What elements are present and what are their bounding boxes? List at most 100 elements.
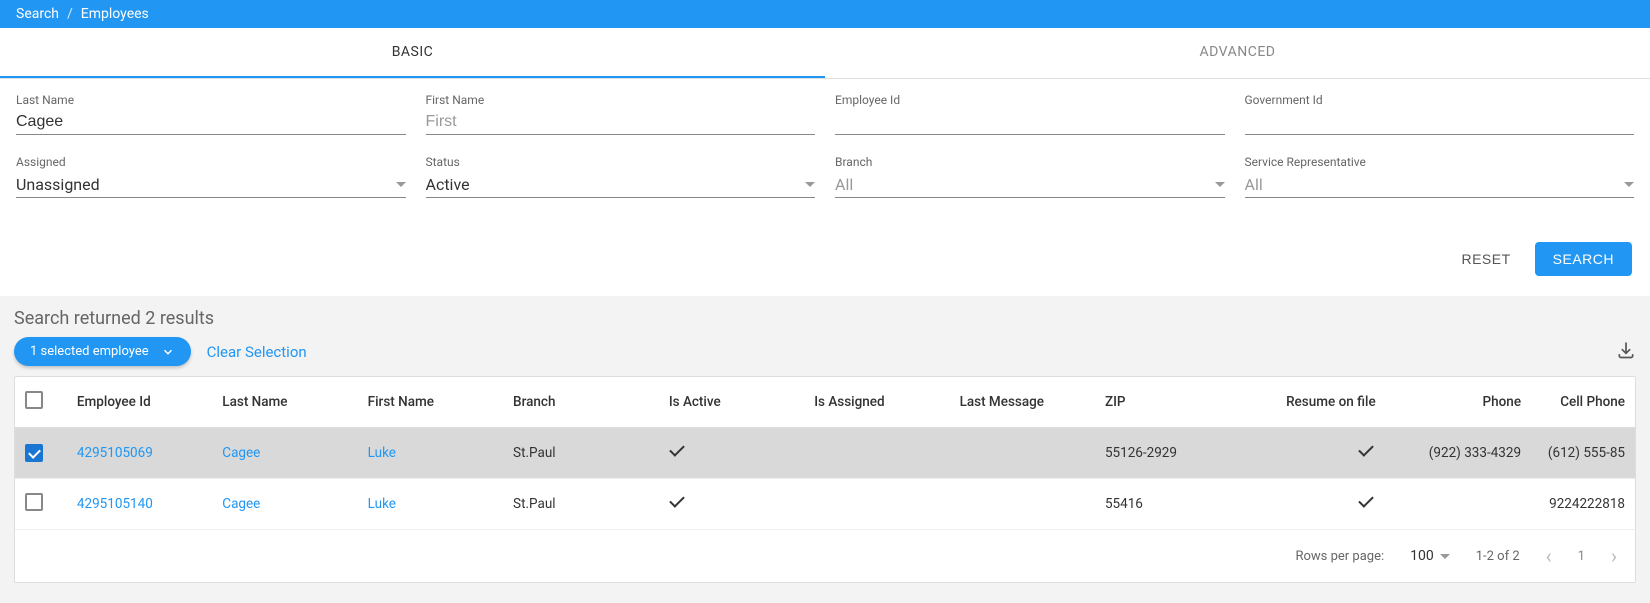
table-row[interactable]: 4295105140CageeLukeSt.Paul55416922422281… bbox=[15, 479, 1635, 530]
select-status[interactable]: Active bbox=[426, 172, 816, 198]
cell-branch: St.Paul bbox=[503, 428, 659, 479]
breadcrumb-separator: / bbox=[67, 6, 73, 22]
cell-resume bbox=[1240, 428, 1385, 479]
cell-resume bbox=[1240, 479, 1385, 530]
cell-first-name[interactable]: Luke bbox=[368, 496, 396, 512]
label-assigned: Assigned bbox=[16, 155, 406, 169]
col-branch[interactable]: Branch bbox=[503, 377, 659, 428]
cell-last-name[interactable]: Cagee bbox=[222, 496, 260, 512]
check-icon bbox=[669, 493, 687, 511]
cell-phone bbox=[1386, 479, 1531, 530]
cell-is-active bbox=[659, 428, 804, 479]
col-checkbox bbox=[15, 377, 67, 428]
current-page: 1 bbox=[1578, 549, 1585, 564]
cell-zip: 55126-2929 bbox=[1095, 428, 1240, 479]
cell-last-message bbox=[950, 479, 1095, 530]
cell-employee-id[interactable]: 4295105069 bbox=[77, 445, 153, 461]
select-status-value: Active bbox=[426, 175, 470, 194]
chevron-down-icon bbox=[1440, 554, 1450, 559]
check-icon bbox=[669, 442, 687, 460]
select-assigned[interactable]: Unassigned bbox=[16, 172, 406, 198]
rows-per-page-select[interactable]: 100 bbox=[1410, 548, 1450, 564]
tab-basic[interactable]: BASIC bbox=[0, 28, 825, 78]
label-status: Status bbox=[426, 155, 816, 169]
cell-first-name[interactable]: Luke bbox=[368, 445, 396, 461]
download-icon[interactable] bbox=[1616, 340, 1636, 364]
field-branch: Branch All bbox=[835, 155, 1225, 198]
chevron-down-icon bbox=[805, 182, 815, 187]
label-government-id: Government Id bbox=[1245, 93, 1635, 107]
search-button[interactable]: SEARCH bbox=[1535, 242, 1632, 276]
col-last-name[interactable]: Last Name bbox=[212, 377, 357, 428]
col-first-name[interactable]: First Name bbox=[358, 377, 503, 428]
col-is-active[interactable]: Is Active bbox=[659, 377, 804, 428]
pagination: Rows per page: 100 1-2 of 2 ‹ 1 › bbox=[15, 530, 1635, 582]
chevron-down-icon bbox=[161, 345, 175, 359]
select-service-rep[interactable]: All bbox=[1245, 172, 1635, 198]
check-icon bbox=[1358, 442, 1376, 460]
results-heading: Search returned 2 results bbox=[14, 308, 1636, 329]
table-row[interactable]: 4295105069 Cagee Luke St.Paul 55126-2929 (922… bbox=[15, 428, 1635, 479]
reset-button[interactable]: RESET bbox=[1455, 250, 1516, 268]
input-government-id[interactable] bbox=[1245, 110, 1635, 135]
field-government-id: Government Id bbox=[1245, 93, 1635, 135]
cell-branch: St.Paul bbox=[503, 479, 659, 530]
col-zip[interactable]: ZIP bbox=[1095, 377, 1240, 428]
select-service-rep-value: All bbox=[1245, 175, 1263, 194]
tab-advanced[interactable]: ADVANCED bbox=[825, 28, 1650, 78]
col-employee-id[interactable]: Employee Id bbox=[67, 377, 212, 428]
table-header-row: Employee Id Last Name First Name Branch … bbox=[15, 377, 1635, 428]
selected-employee-label: 1 selected employee bbox=[30, 344, 149, 359]
select-branch[interactable]: All bbox=[835, 172, 1225, 198]
check-icon bbox=[1358, 493, 1376, 511]
cell-zip: 55416 bbox=[1095, 479, 1240, 530]
col-last-message[interactable]: Last Message bbox=[950, 377, 1095, 428]
col-phone[interactable]: Phone bbox=[1386, 377, 1531, 428]
selection-bar: 1 selected employee Clear Selection bbox=[14, 337, 1636, 366]
field-employee-id: Employee Id bbox=[835, 93, 1225, 135]
results-area: Search returned 2 results 1 selected emp… bbox=[0, 296, 1650, 603]
chevron-down-icon bbox=[1215, 182, 1225, 187]
results-table: Employee Id Last Name First Name Branch … bbox=[15, 377, 1635, 530]
label-employee-id: Employee Id bbox=[835, 93, 1225, 107]
cell-last-message bbox=[950, 428, 1095, 479]
field-status: Status Active bbox=[426, 155, 816, 198]
clear-selection-link[interactable]: Clear Selection bbox=[207, 343, 307, 361]
breadcrumb-root[interactable]: Search bbox=[16, 6, 59, 22]
prev-page-button[interactable]: ‹ bbox=[1546, 544, 1552, 568]
selected-employee-pill[interactable]: 1 selected employee bbox=[14, 337, 191, 366]
select-branch-value: All bbox=[835, 175, 853, 194]
label-service-rep: Service Representative bbox=[1245, 155, 1635, 169]
search-tabs: BASIC ADVANCED bbox=[0, 28, 1650, 79]
col-resume[interactable]: Resume on file bbox=[1240, 377, 1385, 428]
input-first-name[interactable] bbox=[426, 110, 816, 135]
label-first-name: First Name bbox=[426, 93, 816, 107]
breadcrumb-current: Employees bbox=[81, 6, 149, 22]
input-last-name[interactable] bbox=[16, 110, 406, 135]
col-cell[interactable]: Cell Phone bbox=[1531, 377, 1635, 428]
cell-is-assigned bbox=[804, 479, 949, 530]
cell-is-assigned bbox=[804, 428, 949, 479]
row-checkbox[interactable] bbox=[25, 493, 43, 511]
select-assigned-value: Unassigned bbox=[16, 175, 100, 194]
input-employee-id[interactable] bbox=[835, 110, 1225, 135]
label-branch: Branch bbox=[835, 155, 1225, 169]
cell-is-active bbox=[659, 479, 804, 530]
rows-per-page-label: Rows per page: bbox=[1295, 549, 1384, 564]
results-table-wrap: Employee Id Last Name First Name Branch … bbox=[14, 376, 1636, 583]
cell-last-name[interactable]: Cagee bbox=[222, 445, 260, 461]
cell-employee-id[interactable]: 4295105140 bbox=[77, 496, 153, 512]
next-page-button[interactable]: › bbox=[1611, 544, 1617, 568]
row-checkbox[interactable] bbox=[25, 444, 43, 462]
label-last-name: Last Name bbox=[16, 93, 406, 107]
chevron-down-icon bbox=[1624, 182, 1634, 187]
search-form: Last Name First Name Employee Id Governm… bbox=[0, 79, 1650, 236]
field-last-name: Last Name bbox=[16, 93, 406, 135]
rows-per-page-value: 100 bbox=[1410, 548, 1434, 564]
field-first-name: First Name bbox=[426, 93, 816, 135]
form-actions: RESET SEARCH bbox=[0, 236, 1650, 296]
select-all-checkbox[interactable] bbox=[25, 391, 43, 409]
col-is-assigned[interactable]: Is Assigned bbox=[804, 377, 949, 428]
cell-phone: (922) 333-4329 bbox=[1386, 428, 1531, 479]
cell-cell-phone: (612) 555-85 bbox=[1531, 428, 1635, 479]
